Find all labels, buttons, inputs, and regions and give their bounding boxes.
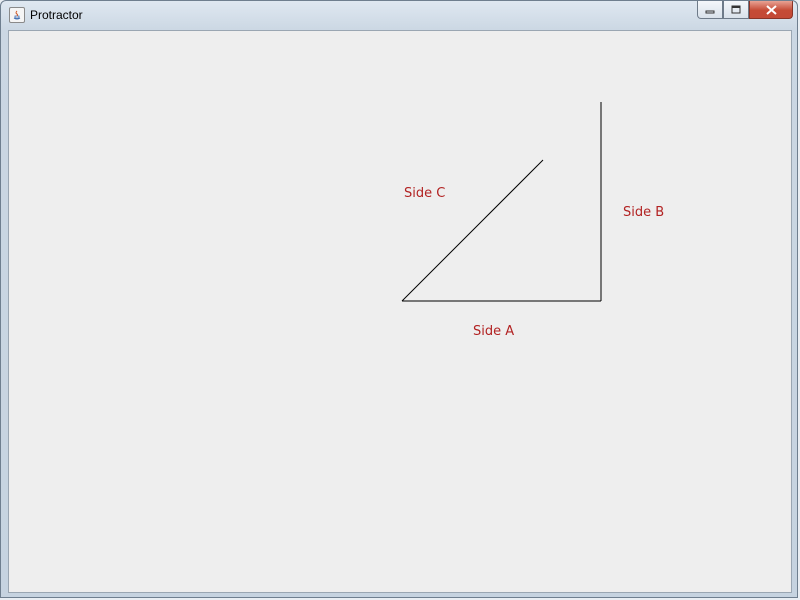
side-a-label: Side A (473, 324, 515, 339)
close-icon (750, 1, 792, 18)
application-window: Protractor Side C Side B Side A (0, 0, 798, 598)
side-c-line (401, 159, 544, 302)
maximize-icon (724, 1, 748, 18)
minimize-icon (698, 1, 722, 18)
java-app-icon[interactable] (9, 7, 25, 23)
minimize-button[interactable] (697, 1, 723, 19)
window-title: Protractor (30, 8, 83, 22)
side-b-label: Side B (623, 205, 665, 220)
side-c-label: Side C (404, 186, 446, 201)
close-button[interactable] (749, 1, 793, 19)
title-bar[interactable]: Protractor (1, 1, 797, 29)
drawing-canvas[interactable]: Side C Side B Side A (8, 30, 792, 593)
triangle-drawing (401, 102, 602, 302)
maximize-button[interactable] (723, 1, 749, 19)
window-controls (697, 1, 793, 21)
